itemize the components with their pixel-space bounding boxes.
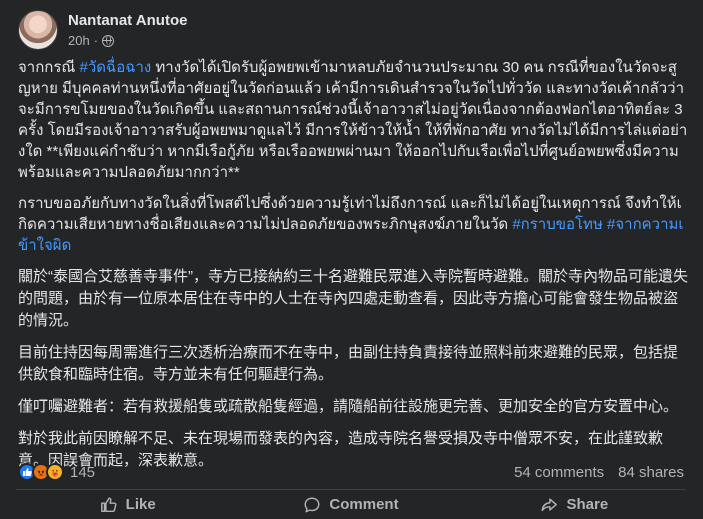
hashtag-link[interactable]: #กราบขอโทษ (512, 216, 603, 233)
reactions-bar: 145 54 comments 84 shares (18, 461, 684, 483)
engagement-counts: 54 comments 84 shares (514, 464, 684, 481)
post-text: ทางวัดได้เปิดรับผู้อพยพเข้ามาหลบภัยจำนวน… (18, 59, 688, 181)
facebook-post: Nantanat Anutoe 20h · จากกรณี #วัดฉื่อฉา… (0, 0, 703, 519)
comment-button[interactable]: Comment (239, 490, 462, 519)
post-actions: Like Comment Share (16, 490, 686, 519)
comments-count-link[interactable]: 54 comments (514, 464, 604, 481)
comment-icon (304, 497, 320, 512)
post-paragraph: 僅叮囑避難者：若有救援船隻或疏散船隻經過，請隨船前往設施更完善、更加安全的官方安… (18, 396, 688, 418)
post-subtitle: 20h · (68, 32, 187, 49)
public-globe-icon[interactable] (102, 34, 115, 47)
post-text: 目前住持因每周需進行三次透析治療而不在寺中，由副住持負責接待並照料前來避難的民眾… (18, 344, 679, 383)
post-paragraph: จากกรณี #วัดฉื่อฉาง ทางวัดได้เปิดรับผู้อ… (18, 57, 688, 183)
author-name[interactable]: Nantanat Anutoe (68, 11, 187, 30)
reaction-summary[interactable]: 145 (18, 463, 95, 481)
care-face-icon (46, 463, 64, 481)
author-avatar[interactable] (18, 10, 58, 50)
post-paragraph: 關於“泰國合艾慈善寺事件”，寺方已接納約三十名避難民眾進入寺院暫時避難。關於寺內… (18, 266, 688, 332)
reaction-count: 145 (70, 463, 96, 481)
post-paragraph: กราบขออภัยกับทางวัดในสิ่งที่โพสต์ไปซึ่งด… (18, 193, 688, 256)
like-label: Like (125, 496, 156, 513)
share-icon (541, 497, 558, 511)
post-header: Nantanat Anutoe 20h · (18, 10, 187, 50)
post-body: จากกรณี #วัดฉื่อฉาง ทางวัดได้เปิดรับผู้อ… (18, 57, 688, 482)
shares-count-link[interactable]: 84 shares (618, 464, 684, 481)
hashtag-link[interactable]: #วัดฉื่อฉาง (80, 59, 152, 76)
post-text: จากกรณี (18, 59, 80, 76)
author-meta: Nantanat Anutoe 20h · (68, 11, 187, 49)
reaction-icons (18, 463, 64, 481)
post-text: 關於“泰國合艾慈善寺事件”，寺方已接納約三十名避難民眾進入寺院暫時避難。關於寺內… (18, 268, 688, 329)
separator-dot: · (93, 33, 99, 48)
share-button[interactable]: Share (463, 490, 686, 519)
like-button[interactable]: Like (16, 490, 239, 519)
post-paragraph: 目前住持因每周需進行三次透析治療而不在寺中，由副住持負責接待並照料前來避難的民眾… (18, 342, 688, 386)
like-icon (100, 497, 117, 512)
comment-label: Comment (329, 496, 399, 513)
share-label: Share (566, 496, 609, 513)
post-text: 僅叮囑避難者：若有救援船隻或疏散船隻經過，請隨船前往設施更完善、更加安全的官方安… (18, 398, 679, 415)
post-timestamp[interactable]: 20h (68, 32, 90, 49)
